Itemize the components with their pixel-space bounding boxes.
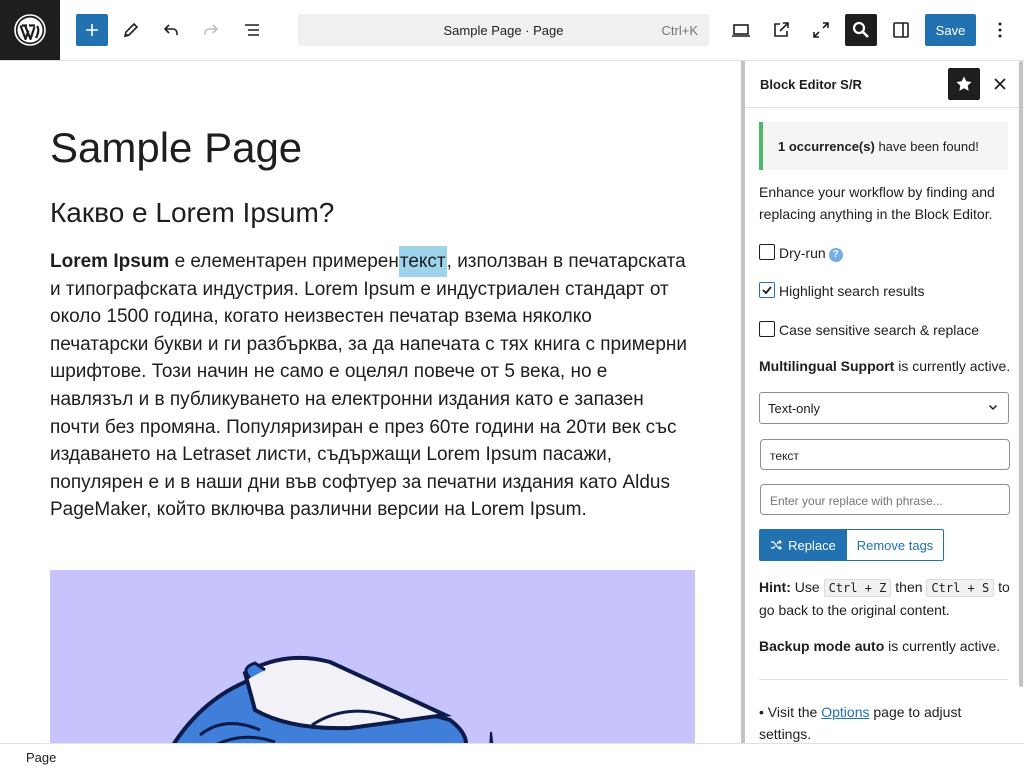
plus-icon [86, 24, 98, 36]
dry-run-checkbox[interactable] [759, 244, 775, 260]
close-sidebar-button[interactable] [989, 73, 1011, 95]
search-highlight: текст [398, 246, 447, 277]
case-sensitive-label: Case sensitive search & replace [779, 322, 979, 338]
help-icon[interactable]: ? [828, 248, 843, 262]
settings-sidebar-button[interactable] [885, 14, 917, 46]
editor-canvas: Sample Page Какво е Lorem Ipsum? Lorem I… [0, 61, 741, 743]
sidebar-icon [893, 22, 909, 38]
undo-icon [163, 24, 178, 35]
replace-button-label: Replace [788, 537, 836, 553]
sidebar-title: Block Editor S/R [760, 77, 862, 92]
page-title[interactable]: Sample Page [50, 124, 302, 172]
undo-shortcut: Ctrl + Z [823, 579, 892, 597]
cartoon-cap-illustration [172, 655, 494, 743]
pin-button[interactable] [948, 68, 980, 100]
hint-use: Use [790, 579, 824, 595]
breadcrumb-page[interactable]: Page [26, 750, 56, 765]
remove-tags-button[interactable]: Remove tags [846, 529, 944, 561]
sidebar-scrollbar[interactable] [1019, 61, 1023, 687]
para-bold: Lorem Ipsum [50, 251, 170, 272]
footer-breadcrumb-bar: Page [0, 743, 1024, 768]
paragraph-block[interactable]: Lorem Ipsum е елементарен примерентекст,… [50, 246, 690, 524]
command-shortcut: Ctrl+K [661, 23, 698, 38]
heading-block[interactable]: Какво е Lorem Ipsum? [50, 197, 334, 229]
multilingual-status: Multilingual Support is currently active… [759, 358, 1010, 374]
fullscreen-icon [813, 22, 829, 38]
close-icon [994, 78, 1006, 90]
backup-rest: is currently active. [884, 638, 1001, 654]
dry-run-option[interactable]: Dry-run? [759, 244, 1019, 262]
multilingual-rest: is currently active. [894, 358, 1011, 374]
search-input[interactable]: текст [760, 439, 1010, 470]
document-overview-button[interactable] [236, 14, 268, 46]
backup-status: Backup mode auto is currently active. [759, 638, 1000, 654]
more-vertical-icon [998, 22, 1002, 38]
shuffle-icon [771, 540, 783, 550]
fullscreen-button[interactable] [805, 14, 837, 46]
occurrence-count: 1 occurrence(s) [778, 139, 875, 154]
wordpress-logo-icon[interactable] [0, 0, 60, 60]
device-preview-button[interactable] [725, 14, 757, 46]
checkmark-icon [762, 286, 772, 295]
plugin-description: Enhance your workflow by finding and rep… [759, 184, 995, 222]
document-title[interactable]: Sample Page · Page [298, 23, 709, 38]
undo-button[interactable] [155, 14, 187, 46]
notice-text: have been found! [874, 139, 979, 154]
redo-button[interactable] [195, 14, 227, 46]
multilingual-bold: Multilingual Support [759, 358, 895, 374]
save-shortcut: Ctrl + S [926, 579, 995, 597]
hint-bold: Hint: [759, 579, 791, 595]
replace-input[interactable]: Enter your replace with phrase... [760, 484, 1010, 515]
highlight-label: Highlight search results [779, 283, 925, 299]
mode-select-value: Text-only [768, 401, 821, 416]
dry-run-label: Dry-run [779, 245, 826, 261]
replace-button[interactable]: Replace [759, 529, 847, 561]
search-replace-button[interactable] [845, 14, 877, 46]
case-sensitive-option[interactable]: Case sensitive search & replace [759, 321, 1019, 339]
desktop-icon [732, 24, 750, 37]
sidebar-divider [759, 679, 1008, 680]
sidebar-header: Block Editor S/R [745, 61, 1024, 108]
options-link[interactable]: Options [821, 704, 869, 720]
hint-text: Hint: Use Ctrl + Z then Ctrl + S to go b… [759, 576, 1011, 621]
mode-select[interactable]: Text-only [759, 392, 1009, 424]
editor-toolbar: Sample Page · Page Ctrl+K Save [0, 0, 1024, 61]
occurrence-notice: 1 occurrence(s) have been found! [759, 122, 1008, 170]
visit-before: • Visit the [759, 704, 822, 720]
hint-then: then [891, 579, 927, 595]
view-page-button[interactable] [765, 14, 797, 46]
para-text-after: , използван в печатарската и типографска… [50, 251, 688, 521]
external-link-icon [774, 22, 789, 37]
backup-bold: Backup mode auto [759, 638, 885, 654]
image-block[interactable] [50, 570, 695, 743]
chevron-down-icon [988, 404, 998, 411]
list-view-icon [245, 24, 259, 36]
pencil-icon [123, 22, 139, 38]
case-sensitive-checkbox[interactable] [759, 321, 775, 337]
para-text-before: е елементарен примерен [169, 251, 399, 272]
command-palette-bar[interactable]: Sample Page · Page Ctrl+K [298, 14, 709, 46]
highlight-checkbox[interactable] [759, 282, 775, 298]
add-block-button[interactable] [76, 14, 108, 46]
redo-icon [204, 24, 219, 35]
tools-button[interactable] [115, 14, 147, 46]
highlight-option[interactable]: Highlight search results [759, 282, 1019, 300]
save-button[interactable]: Save [925, 14, 976, 46]
search-icon [852, 21, 869, 38]
plugin-sidebar: Block Editor S/R 1 occurrence(s) have be… [745, 61, 1024, 743]
star-icon [956, 76, 972, 91]
options-menu-button[interactable] [984, 14, 1016, 46]
options-note: • Visit the Options page to adjust setti… [759, 701, 1011, 743]
